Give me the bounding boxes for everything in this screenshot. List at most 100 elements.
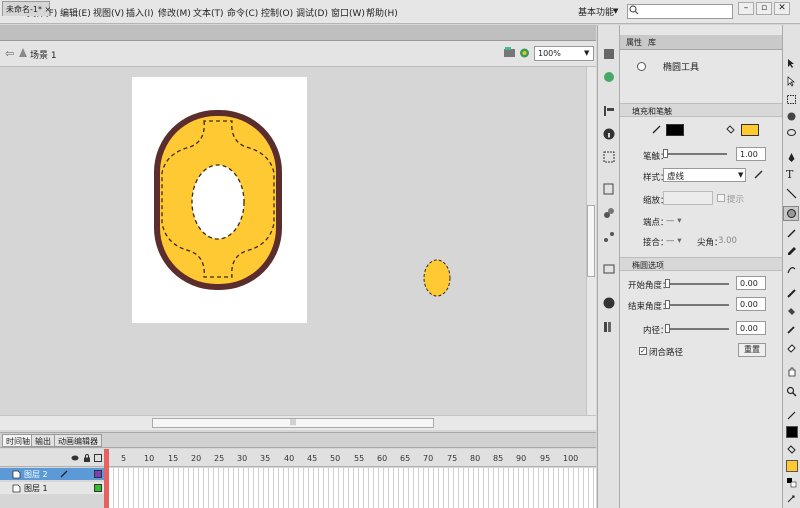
join-select[interactable]: — ▾ [666, 236, 681, 246]
eye-icon[interactable] [71, 454, 79, 462]
outline-icon[interactable] [94, 454, 102, 462]
swap-colors-icon[interactable] [786, 494, 797, 505]
small-oval[interactable] [422, 258, 452, 298]
3d-rotation-tool-icon[interactable] [786, 111, 797, 122]
start-angle-input[interactable]: 0.00 [736, 276, 766, 290]
frame-number: 50 [330, 454, 341, 463]
menu-window[interactable]: 窗口(W) [331, 6, 365, 19]
edit-scene-icon[interactable] [503, 46, 516, 59]
tab-properties[interactable]: 属性 [626, 37, 642, 48]
close-icon[interactable]: × [45, 5, 52, 14]
stroke-color-swatch[interactable] [666, 124, 684, 136]
miter-value[interactable]: 3.00 [718, 236, 737, 246]
bone-tool-icon[interactable] [786, 288, 797, 299]
stroke-slider-thumb[interactable] [663, 149, 668, 158]
oval-tool-icon[interactable] [786, 208, 797, 219]
frame-number: 90 [516, 454, 527, 463]
workspace-switcher[interactable]: 基本功能 [578, 5, 614, 18]
selection-tool-icon[interactable] [786, 58, 797, 69]
components-icon[interactable] [602, 206, 616, 220]
start-angle-slider-track[interactable] [667, 283, 729, 285]
document-tab[interactable]: 未命名-1* × [2, 1, 52, 16]
books-icon[interactable] [602, 320, 616, 334]
align-bars-icon[interactable] [602, 104, 616, 118]
text-tool-icon[interactable]: T [786, 169, 797, 180]
history-icon[interactable] [602, 182, 616, 196]
tab-output[interactable]: 输出 [31, 434, 55, 447]
menu-control[interactable]: 控制(O) [261, 6, 293, 19]
menu-view[interactable]: 视图(V) [93, 6, 124, 19]
library-panel-icon[interactable] [602, 262, 616, 276]
search-input[interactable] [627, 4, 733, 19]
lock-icon[interactable] [83, 454, 91, 462]
stroke-slider-track[interactable] [665, 153, 727, 155]
motion-presets-icon[interactable] [602, 230, 616, 244]
pencil-tool-icon[interactable] [786, 228, 797, 239]
pen-tool-icon[interactable] [786, 152, 797, 163]
hand-tool-icon[interactable] [786, 366, 797, 377]
eyedropper-tool-icon[interactable] [786, 324, 797, 335]
maximize-button[interactable]: ▫ [756, 2, 772, 15]
paint-bucket-tool-icon[interactable] [786, 306, 797, 317]
layer-icon [12, 470, 21, 479]
section-title: 椭圆选项 [632, 261, 664, 270]
layer-name[interactable]: 图层 1 [24, 484, 48, 493]
inner-radius-slider-track[interactable] [667, 328, 729, 330]
reset-button[interactable]: 重置 [738, 343, 766, 357]
eraser-tool-icon[interactable] [786, 342, 797, 353]
minimize-button[interactable]: – [738, 2, 754, 15]
inner-radius-slider-thumb[interactable] [665, 324, 670, 333]
start-angle-slider-thumb[interactable] [665, 279, 670, 288]
cap-select[interactable]: — ▾ [666, 216, 681, 226]
subselection-tool-icon[interactable] [786, 76, 797, 87]
toolbar-fill-swatch[interactable] [786, 460, 798, 472]
lasso-tool-icon[interactable] [786, 128, 797, 139]
layer-name[interactable]: 图层 2 [24, 470, 48, 479]
frame-grid[interactable] [109, 468, 596, 508]
menu-edit[interactable]: 编辑(E) [60, 6, 91, 19]
menu-debug[interactable]: 调试(D) [296, 6, 328, 19]
menu-commands[interactable]: 命令(C) [227, 6, 258, 19]
end-angle-slider-track[interactable] [667, 304, 729, 306]
menu-modify[interactable]: 修改(M) [158, 6, 191, 19]
scale-select[interactable] [663, 191, 713, 205]
brush-tool-icon[interactable] [786, 246, 797, 257]
toolbar-stroke-swatch[interactable] [786, 426, 798, 438]
tab-motion-editor[interactable]: 动画编辑器 [54, 434, 102, 447]
style-select[interactable]: 虚线 [663, 168, 746, 182]
close-path-checkbox[interactable]: ✓ [639, 347, 647, 355]
playhead[interactable] [104, 449, 109, 508]
fill-stroke-section[interactable]: 填充和笔触 [620, 103, 782, 117]
transform-icon[interactable] [602, 150, 616, 164]
horizontal-scroll-thumb[interactable]: ||| [152, 418, 434, 428]
line-tool-icon[interactable] [786, 188, 797, 199]
menu-insert[interactable]: 插入(I) [126, 6, 154, 19]
layer-color-swatch[interactable] [94, 484, 102, 492]
edit-symbol-icon[interactable] [518, 46, 531, 59]
free-transform-tool-icon[interactable] [786, 94, 797, 105]
black-white-icon[interactable] [786, 477, 797, 488]
hint-checkbox[interactable] [717, 194, 725, 202]
edit-style-pencil-icon[interactable] [753, 169, 764, 180]
end-angle-slider-thumb[interactable] [665, 300, 670, 309]
zoom-tool-icon[interactable] [786, 386, 797, 397]
code-snippets-icon[interactable] [602, 296, 616, 310]
color-icon[interactable] [602, 70, 616, 84]
fill-color-swatch[interactable] [741, 124, 759, 136]
close-window-button[interactable]: ✕ [774, 2, 790, 15]
tab-library[interactable]: 库 [648, 37, 656, 48]
vertical-scroll-thumb[interactable] [587, 205, 595, 277]
oval-options-section[interactable]: 椭圆选项 [620, 257, 782, 271]
inner-radius-input[interactable]: 0.00 [736, 321, 766, 335]
back-arrow-icon[interactable]: ⇦ [5, 47, 14, 60]
menu-help[interactable]: 帮助(H) [366, 6, 398, 19]
menu-text[interactable]: 文本(T) [193, 6, 224, 19]
layer-color-swatch[interactable] [94, 470, 102, 478]
tab-timeline[interactable]: 时间轴 [2, 434, 34, 447]
oval-tool-icon [637, 62, 646, 71]
align-icon[interactable] [602, 47, 616, 61]
stroke-input[interactable]: 1.00 [736, 147, 766, 161]
info-icon[interactable] [602, 127, 616, 141]
end-angle-input[interactable]: 0.00 [736, 297, 766, 311]
deco-tool-icon[interactable] [786, 264, 797, 275]
